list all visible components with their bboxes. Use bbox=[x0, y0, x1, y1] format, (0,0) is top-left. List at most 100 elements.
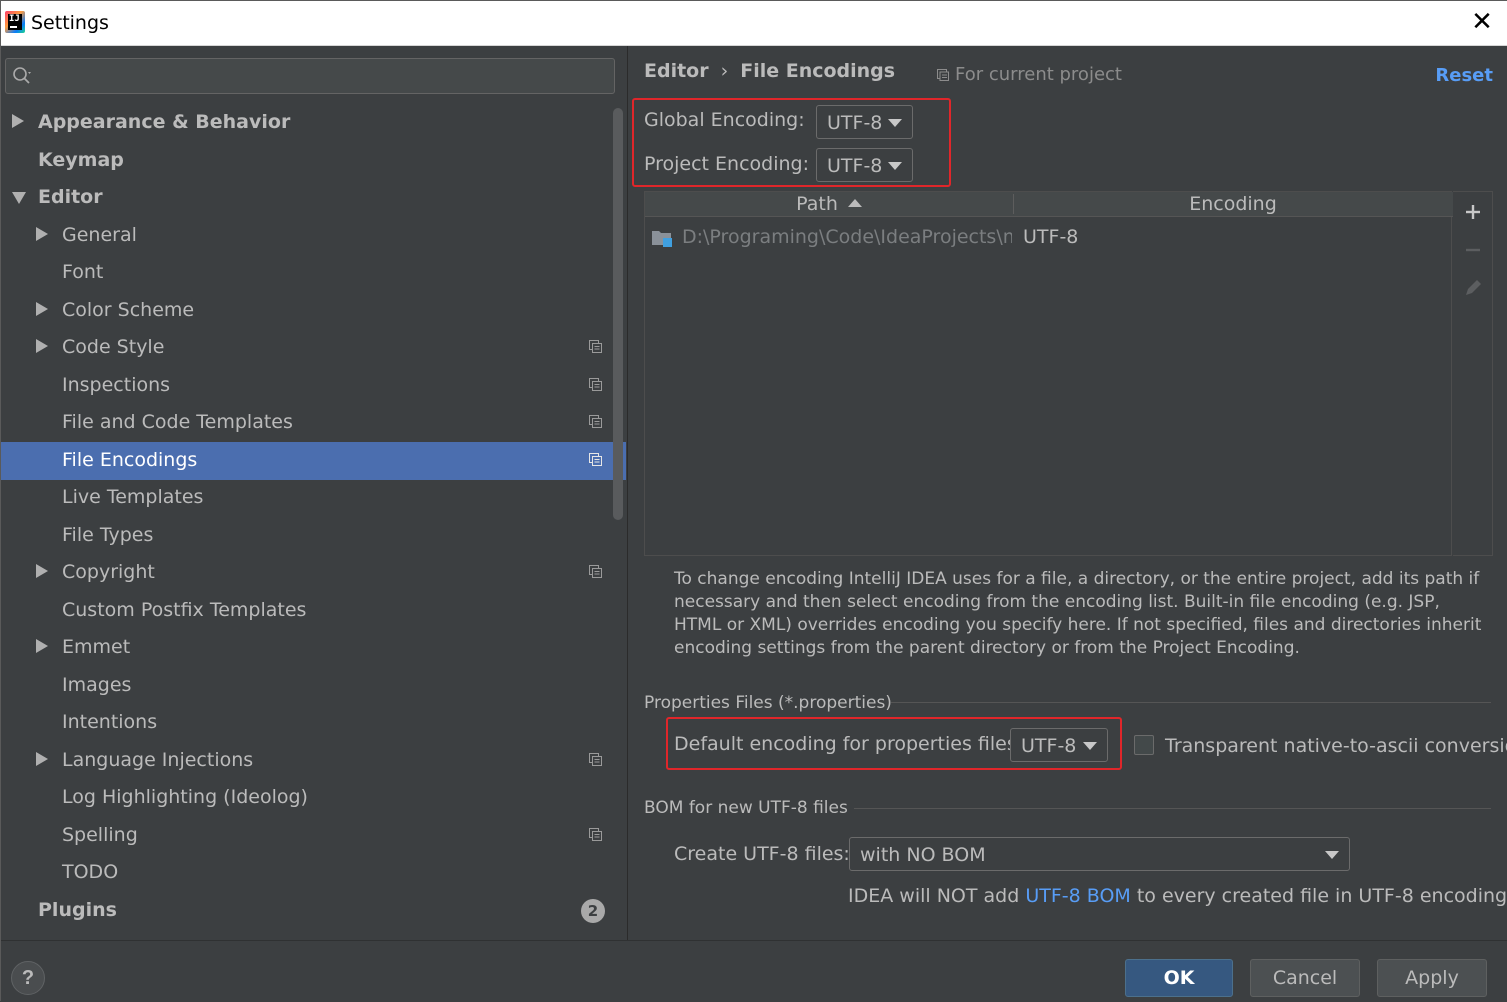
ok-button[interactable]: OK bbox=[1125, 959, 1233, 997]
bom-section-title: BOM for new UTF-8 files bbox=[644, 798, 848, 818]
sidebar-item-label: Appearance & Behavior bbox=[38, 111, 291, 133]
sidebar-item-label: Keymap bbox=[38, 148, 124, 171]
expand-arrow-right-icon[interactable] bbox=[36, 564, 48, 578]
cancel-button[interactable]: Cancel bbox=[1250, 959, 1360, 997]
sidebar-item-appearance-behavior[interactable]: Appearance & Behavior bbox=[1, 104, 626, 142]
chevron-down-icon bbox=[888, 162, 902, 170]
sidebar-item-label: File Encodings bbox=[62, 448, 198, 471]
settings-window: IJ Settings ✕ Appearance & Behavior Keyma… bbox=[0, 0, 1507, 1002]
sidebar-item-log-highlighting-ideolog[interactable]: Log Highlighting (Ideolog) bbox=[1, 779, 626, 817]
expand-arrow-right-icon[interactable] bbox=[36, 751, 48, 766]
project-scope-icon bbox=[589, 377, 602, 391]
global-encoding-value: UTF-8 bbox=[827, 112, 883, 134]
sidebar-item-general[interactable]: General bbox=[1, 217, 626, 255]
create-utf8-value: with NO BOM bbox=[860, 844, 986, 866]
expand-arrow-right-icon[interactable] bbox=[36, 639, 48, 653]
intellij-app-icon: IJ bbox=[5, 11, 25, 33]
properties-encoding-dropdown[interactable]: UTF-8 bbox=[1010, 728, 1108, 762]
breadcrumb-current: File Encodings bbox=[740, 60, 896, 82]
edit-icon[interactable] bbox=[1461, 276, 1485, 300]
add-icon[interactable] bbox=[1461, 200, 1485, 224]
path-encoding-table[interactable]: Path Encoding D:\Programing\Code\IdeaPro… bbox=[644, 191, 1453, 556]
sidebar-item-label: Code Style bbox=[62, 336, 165, 358]
utf8-bom-link[interactable]: UTF-8 BOM bbox=[1025, 885, 1130, 907]
sidebar-item-file-types[interactable]: File Types bbox=[1, 517, 626, 555]
sidebar-item-emmet[interactable]: Emmet bbox=[1, 629, 626, 667]
module-folder-icon bbox=[652, 231, 672, 247]
sidebar-item-inspections[interactable]: Inspections bbox=[1, 367, 626, 405]
expand-arrow-right-icon[interactable] bbox=[12, 114, 24, 128]
table-toolbar bbox=[1453, 191, 1493, 556]
sidebar-item-file-and-code-templates[interactable]: File and Code Templates bbox=[1, 404, 626, 442]
sidebar-item-label: Intentions bbox=[62, 711, 158, 733]
table-row[interactable]: D:\Programing\Code\IdeaProjects\mooc UTF… bbox=[645, 220, 1453, 250]
search-input[interactable] bbox=[40, 63, 600, 89]
sidebar-item-language-injections[interactable]: Language Injections bbox=[1, 742, 626, 780]
dialog-footer: ? OK Cancel Apply bbox=[1, 940, 1507, 1002]
title-bar: IJ Settings ✕ bbox=[1, 1, 1507, 46]
scope-note: For current project bbox=[937, 64, 1122, 85]
section-divider bbox=[891, 702, 1491, 703]
sidebar-item-label: TODO bbox=[62, 861, 119, 883]
project-scope-icon bbox=[589, 415, 602, 428]
sidebar-item-label: Font bbox=[62, 261, 104, 283]
sidebar-item-custom-postfix-templates[interactable]: Custom Postfix Templates bbox=[1, 592, 626, 630]
transparent-conversion-label[interactable]: Transparent native-to-ascii conversion bbox=[1165, 735, 1507, 757]
chevron-down-icon bbox=[1083, 742, 1097, 750]
breadcrumb: Editor › File Encodings bbox=[644, 60, 895, 82]
sidebar-item-font[interactable]: Font bbox=[1, 254, 626, 292]
column-header-path[interactable]: Path bbox=[645, 193, 1013, 217]
project-scope-icon bbox=[589, 452, 602, 466]
global-encoding-label: Global Encoding: bbox=[644, 109, 805, 131]
reset-link[interactable]: Reset bbox=[1435, 65, 1493, 86]
sidebar-item-intentions[interactable]: Intentions bbox=[1, 704, 626, 742]
breadcrumb-parent[interactable]: Editor bbox=[644, 60, 709, 82]
expand-arrow-right-icon[interactable] bbox=[36, 226, 48, 241]
path-cell: D:\Programing\Code\IdeaProjects\mooc bbox=[682, 226, 1012, 248]
column-header-encoding[interactable]: Encoding bbox=[1014, 193, 1452, 217]
sidebar-item-label: Emmet bbox=[62, 636, 131, 658]
update-count-badge: 2 bbox=[581, 898, 605, 923]
sidebar-scrollbar[interactable] bbox=[613, 108, 623, 520]
sidebar-item-label: Copyright bbox=[62, 561, 155, 583]
close-icon[interactable]: ✕ bbox=[1470, 9, 1494, 35]
create-utf8-dropdown[interactable]: with NO BOM bbox=[849, 837, 1350, 871]
sidebar-item-plugins[interactable]: Plugins 2 bbox=[1, 892, 626, 930]
sidebar-item-copyright[interactable]: Copyright bbox=[1, 554, 626, 592]
project-scope-icon bbox=[589, 827, 602, 841]
sidebar-item-label: Plugins bbox=[38, 898, 117, 921]
encoding-cell[interactable]: UTF-8 bbox=[1023, 226, 1078, 248]
sidebar-item-todo[interactable]: TODO bbox=[1, 854, 626, 892]
project-encoding-dropdown[interactable]: UTF-8 bbox=[816, 148, 913, 182]
help-button[interactable]: ? bbox=[11, 961, 45, 995]
sidebar-item-editor[interactable]: Editor bbox=[1, 179, 626, 217]
section-divider bbox=[854, 808, 1491, 809]
apply-button[interactable]: Apply bbox=[1377, 959, 1487, 997]
transparent-conversion-checkbox[interactable] bbox=[1134, 735, 1154, 755]
sidebar-item-code-style[interactable]: Code Style bbox=[1, 329, 626, 367]
properties-encoding-value: UTF-8 bbox=[1021, 735, 1077, 757]
global-encoding-dropdown[interactable]: UTF-8 bbox=[816, 105, 913, 139]
search-box[interactable] bbox=[5, 58, 615, 94]
scope-note-text: For current project bbox=[955, 64, 1122, 85]
sidebar-item-keymap[interactable]: Keymap bbox=[1, 142, 626, 180]
sidebar-item-label: Spelling bbox=[62, 823, 138, 846]
settings-content: Editor › File Encodings For current projec… bbox=[629, 46, 1507, 940]
sidebar-item-live-templates[interactable]: Live Templates bbox=[1, 479, 626, 517]
sidebar-item-color-scheme[interactable]: Color Scheme bbox=[1, 292, 626, 330]
remove-icon[interactable] bbox=[1461, 238, 1485, 262]
expand-arrow-down-icon[interactable] bbox=[12, 192, 26, 204]
expand-arrow-right-icon[interactable] bbox=[36, 339, 48, 353]
sidebar-item-label: Live Templates bbox=[62, 486, 204, 508]
sort-ascending-icon bbox=[847, 199, 862, 207]
table-header: Path Encoding bbox=[645, 192, 1453, 217]
bom-note: IDEA will NOT add UTF-8 BOM to every cre… bbox=[848, 885, 1507, 907]
sidebar-item-spelling[interactable]: Spelling bbox=[1, 817, 626, 855]
sidebar-item-images[interactable]: Images bbox=[1, 667, 626, 705]
create-utf8-label: Create UTF-8 files: bbox=[674, 843, 850, 865]
sidebar-item-label: File Types bbox=[62, 523, 154, 546]
sidebar-item-file-encodings[interactable]: File Encodings bbox=[1, 441, 626, 480]
expand-arrow-right-icon[interactable] bbox=[36, 301, 48, 316]
window-title: Settings bbox=[31, 12, 109, 34]
project-encoding-value: UTF-8 bbox=[827, 155, 883, 177]
